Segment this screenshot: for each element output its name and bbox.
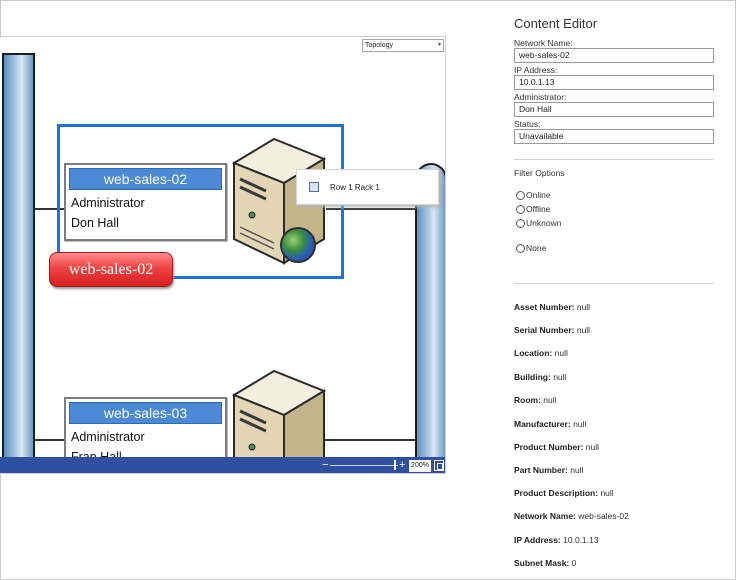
radio-icon[interactable]: [516, 244, 525, 253]
property-serial-number: Serial Number: null: [514, 325, 590, 335]
property-value: null: [554, 348, 568, 358]
rack-icon: [309, 182, 319, 192]
radio-icon[interactable]: [516, 191, 525, 200]
network-name-input[interactable]: web-sales-02: [514, 48, 714, 63]
ip-address-input[interactable]: 10.0.1.13: [514, 75, 714, 90]
property-key: Part Number:: [514, 465, 568, 475]
property-key: Serial Number:: [514, 325, 575, 335]
rack-location-popup[interactable]: Row 1 Rack 1: [296, 169, 439, 205]
property-value: null: [576, 325, 591, 335]
selected-node-badge[interactable]: web-sales-02: [49, 252, 173, 287]
property-value: null: [576, 302, 591, 312]
view-select[interactable]: Topology ▾: [362, 39, 444, 52]
property-product-description: Product Description: null: [514, 488, 614, 498]
filter-online-radio[interactable]: Online: [516, 190, 716, 202]
chevron-down-icon: ▾: [437, 42, 441, 48]
property-network-name: Network Name: web-sales-02: [514, 511, 629, 521]
property-value: null: [573, 419, 587, 429]
filter-offline-radio[interactable]: Offline: [516, 204, 716, 216]
property-value: null: [585, 442, 600, 452]
property-value: null: [570, 465, 584, 475]
zoom-slider-thumb[interactable]: [394, 460, 396, 470]
property-product-number: Product Number: null: [514, 442, 599, 452]
view-select-value: Topology: [365, 42, 394, 49]
filter-option-label: Online: [526, 190, 551, 200]
property-value: null: [553, 372, 567, 382]
status-input[interactable]: Unavailable: [514, 129, 714, 144]
editor-title: Content Editor: [514, 16, 598, 31]
property-key: Building:: [514, 372, 551, 382]
node-role-label: Administrator: [71, 196, 145, 210]
divider: [514, 159, 714, 160]
zoom-slider[interactable]: [330, 465, 398, 466]
property-key: Room:: [514, 395, 541, 405]
property-asset-number: Asset Number: null: [514, 302, 590, 312]
network-pipe-right: [415, 163, 445, 463]
property-key: IP Address:: [514, 535, 561, 545]
zoom-level[interactable]: 200%: [409, 460, 431, 472]
property-value: null: [600, 488, 614, 498]
divider: [514, 283, 714, 284]
connector-line: [35, 439, 65, 441]
property-value: 0: [571, 558, 577, 568]
filter-none-radio[interactable]: None: [516, 243, 716, 255]
zoom-out-button[interactable]: −: [322, 459, 328, 471]
property-building: Building: null: [514, 372, 566, 382]
node-role-label: Administrator: [71, 430, 145, 444]
property-key: Manufacturer:: [514, 419, 571, 429]
ip-address-label: IP Address:: [514, 65, 558, 75]
rack-location-text: Row 1 Rack 1: [330, 183, 380, 192]
property-manufacturer: Manufacturer: null: [514, 419, 586, 429]
property-value: null: [543, 395, 557, 405]
network-name-label: Network Name:: [514, 38, 573, 48]
status-label: Status:: [514, 119, 541, 129]
node-title: web-sales-02: [69, 168, 222, 190]
property-key: Product Description:: [514, 488, 599, 498]
filter-option-label: Unknown: [526, 218, 562, 228]
node-role-value: Don Hall: [71, 216, 119, 230]
property-key: Subnet Mask:: [514, 558, 570, 568]
zoom-in-button[interactable]: +: [399, 459, 405, 471]
node-title: web-sales-03: [69, 402, 222, 424]
property-key: Asset Number:: [514, 302, 575, 312]
property-key: Location:: [514, 348, 553, 358]
content-editor-panel: Content Editor Network Name: web-sales-0…: [514, 0, 724, 580]
filter-unknown-radio[interactable]: Unknown: [516, 218, 716, 230]
property-key: Network Name:: [514, 511, 576, 521]
network-pipe-left: [2, 53, 35, 457]
connector-line: [322, 439, 416, 441]
property-ip-address: IP Address: 10.0.1.13: [514, 535, 599, 545]
administrator-input[interactable]: Don Hall: [514, 102, 714, 117]
property-room: Room: null: [514, 395, 557, 405]
property-part-number: Part Number: null: [514, 465, 583, 475]
zoom-bar: − + 200%: [0, 457, 445, 473]
filter-options-title: Filter Options: [514, 168, 565, 178]
filter-option-label: None: [526, 243, 547, 253]
globe-icon: [280, 227, 316, 263]
property-location: Location: null: [514, 348, 568, 358]
radio-icon[interactable]: [516, 205, 525, 214]
property-subnet-mask: Subnet Mask: 0: [514, 558, 576, 568]
fit-to-screen-icon[interactable]: [434, 460, 444, 471]
radio-icon[interactable]: [516, 219, 525, 228]
administrator-label: Administrator:: [514, 92, 567, 102]
property-value: web-sales-02: [578, 511, 629, 521]
property-value: 10.0.1.13: [563, 535, 599, 545]
topology-diagram[interactable]: Topology ▾ web-sales-02 Administrator Do…: [0, 36, 446, 474]
node-card-web-sales-02[interactable]: web-sales-02 Administrator Don Hall: [64, 163, 227, 241]
property-key: Product Number:: [514, 442, 584, 452]
filter-option-label: Offline: [526, 204, 551, 214]
